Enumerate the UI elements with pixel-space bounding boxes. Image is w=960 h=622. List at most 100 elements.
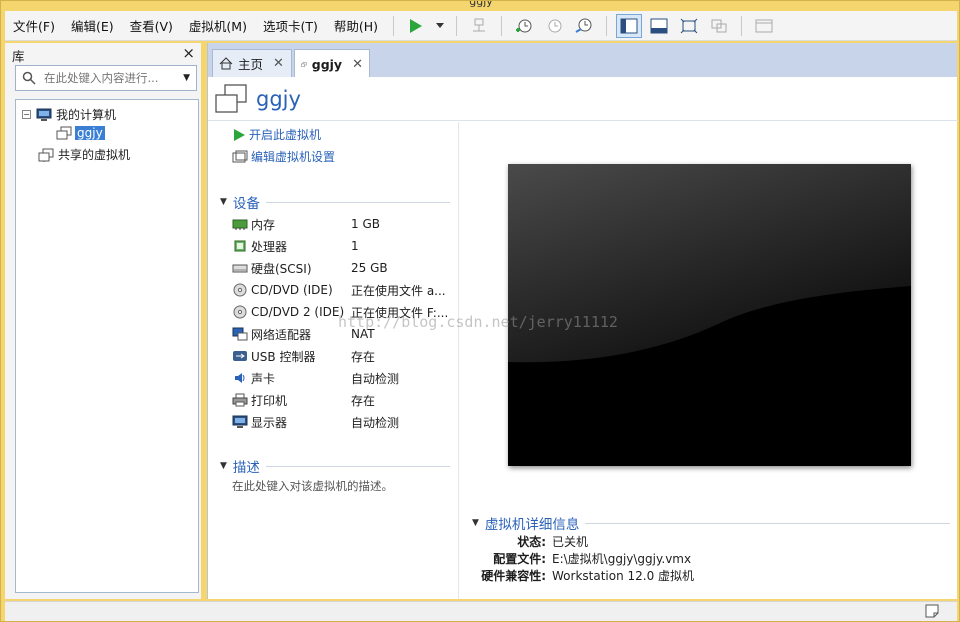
usb-icon [233, 351, 247, 361]
device-name: CD/DVD (IDE) [251, 283, 333, 297]
device-row[interactable]: 硬盘(SCSI) 25 GB [232, 258, 454, 278]
play-icon [234, 128, 245, 141]
device-value: 1 [351, 239, 359, 253]
take-snapshot-button[interactable] [511, 14, 537, 38]
send-ctrl-alt-del-button[interactable] [466, 14, 492, 38]
home-icon [219, 57, 233, 70]
toolbar-separator [393, 15, 395, 36]
network-adapter-icon [232, 327, 248, 341]
menu-bar: 文件(F) 编辑(E) 查看(V) 虚拟机(M) 选项卡(T) 帮助(H) [5, 11, 957, 41]
unity-icon [711, 19, 727, 32]
search-dropdown-icon[interactable]: ▼ [183, 73, 190, 83]
device-value: 自动检测 [351, 371, 400, 386]
tree-collapse-toggle[interactable]: − [22, 110, 31, 119]
status-bar [5, 601, 957, 621]
detail-row-hardware-compat: 硬件兼容性: Workstation 12.0 虚拟机 [472, 567, 694, 584]
power-dropdown-button[interactable] [433, 14, 447, 38]
memory-icon [232, 219, 248, 230]
devices-section-title: 设备 [232, 196, 260, 212]
display-icon [232, 415, 248, 428]
menu-vm[interactable]: 虚拟机(M) [181, 16, 255, 35]
revert-snapshot-button[interactable] [541, 14, 567, 38]
device-name: 处理器 [251, 239, 288, 254]
computer-icon [36, 108, 52, 121]
menu-view[interactable]: 查看(V) [122, 16, 181, 35]
tree-item-shared-vms[interactable]: 共享的虚拟机 [38, 146, 130, 163]
tree-item-my-computer[interactable]: − 我的计算机 [22, 106, 116, 123]
device-row[interactable]: 内存 1 GB [232, 214, 454, 234]
vm-details-section-title: 虚拟机详细信息 [484, 517, 580, 533]
edit-settings-label: 编辑虚拟机设置 [251, 150, 336, 164]
toolbar-separator [606, 15, 608, 36]
device-row[interactable]: 显示器 自动检测 [232, 412, 454, 432]
vm-info-column: 开启此虚拟机 编辑虚拟机设置 ▼ 设备 内存 1 GB 处理器 1 硬盘(SCSI) 25… [208, 122, 459, 599]
library-close-button[interactable]: × [182, 44, 195, 62]
devices-section-header[interactable]: ▼ 设备 [220, 192, 450, 212]
device-value: 存在 [351, 393, 376, 408]
tab-home-close-icon[interactable]: ✕ [273, 56, 284, 71]
show-library-button[interactable] [616, 13, 643, 38]
device-value: 25 GB [351, 261, 388, 275]
edit-settings-icon [232, 150, 248, 162]
console-view-button[interactable] [751, 14, 777, 38]
tree-label-vm: ggjy [75, 126, 105, 140]
tree-label-my-computer: 我的计算机 [56, 108, 117, 122]
device-name: USB 控制器 [251, 349, 316, 364]
keyboard-network-icon [473, 18, 486, 31]
tab-home[interactable]: 主页 ✕ [212, 49, 292, 77]
description-section-header[interactable]: ▼ 描述 [220, 456, 450, 476]
unity-button[interactable] [706, 14, 732, 38]
power-on-button[interactable] [403, 14, 429, 38]
section-divider [265, 201, 450, 203]
device-row[interactable]: 打印机 存在 [232, 390, 454, 410]
menu-tabs[interactable]: 选项卡(T) [255, 16, 326, 35]
window-title: ggjy [469, 1, 493, 8]
snapshot-manager-icon [575, 18, 592, 33]
toolbar-separator [456, 15, 458, 36]
power-on-link[interactable]: 开启此虚拟机 [232, 126, 321, 143]
vm-icon [301, 61, 307, 67]
collapse-arrow-icon: ▼ [220, 461, 227, 471]
toolbar-separator [501, 15, 503, 36]
printer-icon [232, 393, 248, 407]
tab-vm-label: ggjy [311, 56, 343, 72]
search-icon [22, 71, 36, 85]
cd-dvd-icon [233, 305, 247, 319]
thumbnail-bar-icon [650, 18, 668, 33]
detail-key: 硬件兼容性: [481, 569, 546, 583]
vm-title: ggjy [256, 86, 301, 111]
vm-details-section-header[interactable]: ▼ 虚拟机详细信息 [472, 513, 950, 533]
tab-vm-close-icon[interactable]: ✕ [352, 57, 363, 72]
device-row[interactable]: USB 控制器 存在 [232, 346, 454, 366]
library-search-box[interactable]: ▼ [15, 65, 197, 91]
vm-summary-page: ggjy 开启此虚拟机 编辑虚拟机设置 ▼ 设备 内存 1 GB 处理器 1 硬盘(SC… [207, 77, 958, 599]
menu-edit[interactable]: 编辑(E) [63, 16, 122, 35]
menu-file[interactable]: 文件(F) [5, 16, 63, 35]
library-search-input[interactable] [44, 71, 172, 85]
device-row[interactable]: CD/DVD (IDE) 正在使用文件 a... [232, 280, 454, 300]
device-row[interactable]: 声卡 自动检测 [232, 368, 454, 388]
sound-icon [235, 373, 245, 383]
tab-home-label: 主页 [238, 57, 264, 72]
thumbnail-bar-button[interactable] [646, 14, 672, 38]
tab-bar: 主页 ✕ ggjy ✕ [207, 43, 957, 78]
tab-vm-ggjy[interactable]: ggjy ✕ [294, 49, 370, 78]
detail-value: Workstation 12.0 虚拟机 [552, 569, 695, 583]
power-on-label: 开启此虚拟机 [249, 128, 322, 142]
description-placeholder[interactable]: 在此处键入对该虚拟机的描述。 [232, 478, 393, 494]
full-screen-button[interactable] [676, 14, 702, 38]
detail-value: E:\虚拟机\ggjy\ggjy.vmx [552, 552, 692, 566]
device-name: 内存 [251, 217, 276, 232]
app-window: ggjy 文件(F) 编辑(E) 查看(V) 虚拟机(M) 选项卡(T) 帮助(… [0, 0, 960, 622]
hard-disk-icon [232, 264, 248, 273]
edit-settings-link[interactable]: 编辑虚拟机设置 [232, 148, 335, 165]
snapshot-manager-button[interactable] [571, 14, 597, 38]
processor-icon [234, 240, 246, 252]
device-row[interactable]: 处理器 1 [232, 236, 454, 256]
play-icon [410, 18, 423, 33]
tree-item-vm-ggjy[interactable]: ggjy [56, 126, 105, 140]
menu-help[interactable]: 帮助(H) [326, 16, 386, 35]
message-log-icon[interactable] [925, 604, 939, 618]
snapshot-clock-icon [516, 19, 532, 32]
library-header: 库 × [5, 43, 201, 64]
